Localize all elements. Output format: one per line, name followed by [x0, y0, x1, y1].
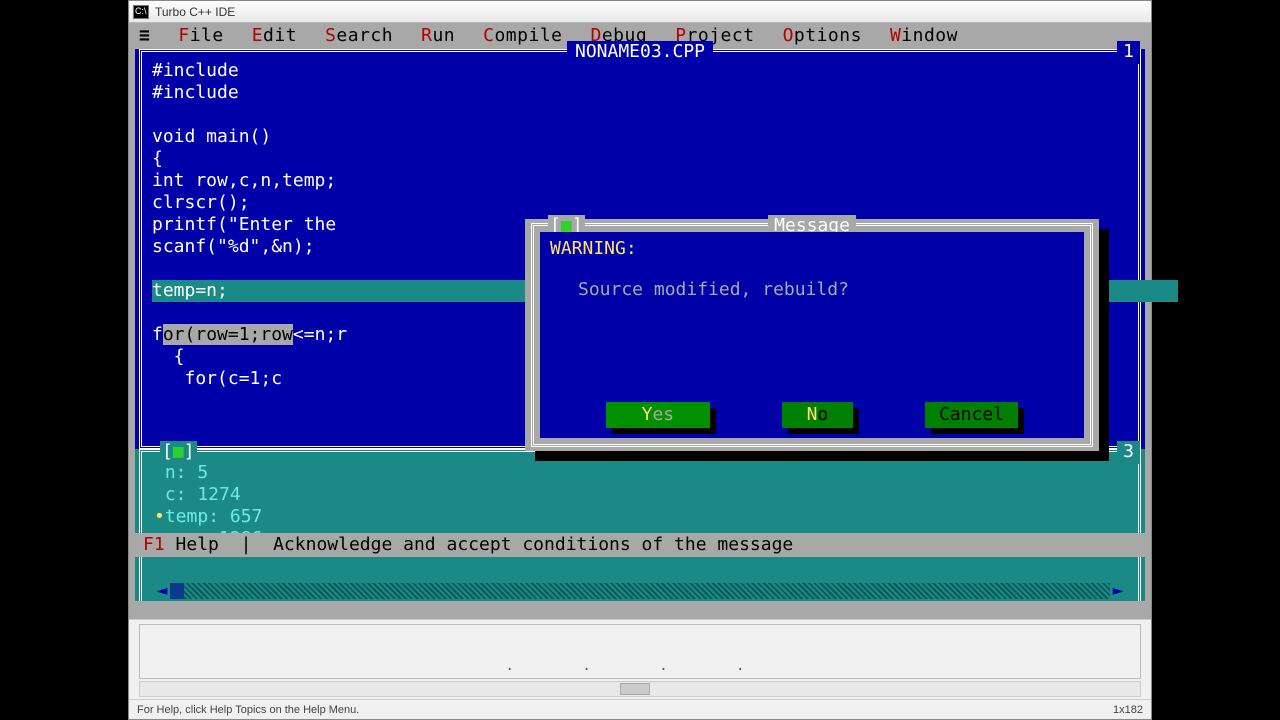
watch-window[interactable]: [■] Watch 3 n: 5 c: 1274 •temp: 657 row:…	[135, 449, 1145, 601]
status-hint: Acknowledge and accept conditions of the…	[273, 534, 793, 555]
host-scroll-thumb[interactable]	[620, 683, 650, 695]
host-status-left: For Help, click Help Topics on the Help …	[137, 704, 359, 716]
dialog-body: WARNING: Source modified, rebuild? Yes N…	[540, 232, 1084, 438]
status-separator: |	[230, 534, 263, 555]
menu-edit[interactable]: Edit	[252, 25, 297, 48]
dialog-message: Source modified, rebuild?	[550, 279, 1074, 302]
host-title: Turbo C++ IDE	[155, 6, 235, 18]
statusbar: F1 Help | Acknowledge and accept conditi…	[135, 533, 1145, 557]
watch-close-icon[interactable]: [■]	[160, 441, 197, 464]
host-canvas-dots: · · · ·	[505, 662, 774, 678]
no-button[interactable]: No	[782, 402, 853, 429]
host-status-right: 1x182	[1113, 704, 1143, 716]
status-help-label[interactable]: Help	[176, 534, 230, 555]
host-canvas: · · · ·	[139, 624, 1141, 679]
menu-file[interactable]: File	[178, 25, 223, 48]
watch-hscrollbar[interactable]: ◄ ►	[156, 583, 1124, 599]
scroll-thumb[interactable]	[170, 583, 184, 599]
scroll-left-icon[interactable]: ◄	[154, 583, 170, 599]
menu-options[interactable]: Options	[783, 25, 862, 48]
watch-window-number: 3	[1117, 441, 1140, 464]
menu-search[interactable]: Search	[325, 25, 393, 48]
scroll-right-icon[interactable]: ►	[1110, 583, 1126, 599]
host-titlebar[interactable]: C:\ Turbo C++ IDE	[129, 1, 1151, 23]
menu-compile[interactable]: Compile	[483, 25, 562, 48]
message-dialog: [■] Message WARNING: Source modified, re…	[525, 219, 1099, 451]
cmd-icon: C:\	[133, 5, 149, 19]
host-footer: · · · · For Help, click Help Topics on t…	[129, 619, 1151, 719]
dos-screen: ≡ File Edit Search Run Compile Debug Pro…	[129, 23, 1151, 619]
menu-run[interactable]: Run	[421, 25, 455, 48]
watch-border: [■] Watch 3 n: 5 c: 1274 •temp: 657 row:…	[139, 449, 1141, 601]
yes-button[interactable]: Yes	[606, 402, 710, 429]
dialog-frame: [■] Message WARNING: Source modified, re…	[531, 223, 1093, 447]
menu-window[interactable]: Window	[890, 25, 958, 48]
system-menu-icon[interactable]: ≡	[139, 25, 150, 48]
host-window: C:\ Turbo C++ IDE ≡ File Edit Search Run…	[128, 0, 1152, 720]
status-help-key: F1	[143, 534, 165, 555]
host-statusbar: For Help, click Help Topics on the Help …	[129, 699, 1151, 719]
dialog-warning-label: WARNING:	[550, 238, 637, 259]
host-hscrollbar[interactable]	[139, 681, 1141, 697]
dialog-buttons: Yes No Cancel	[540, 402, 1084, 429]
cancel-button[interactable]: Cancel	[925, 402, 1018, 429]
